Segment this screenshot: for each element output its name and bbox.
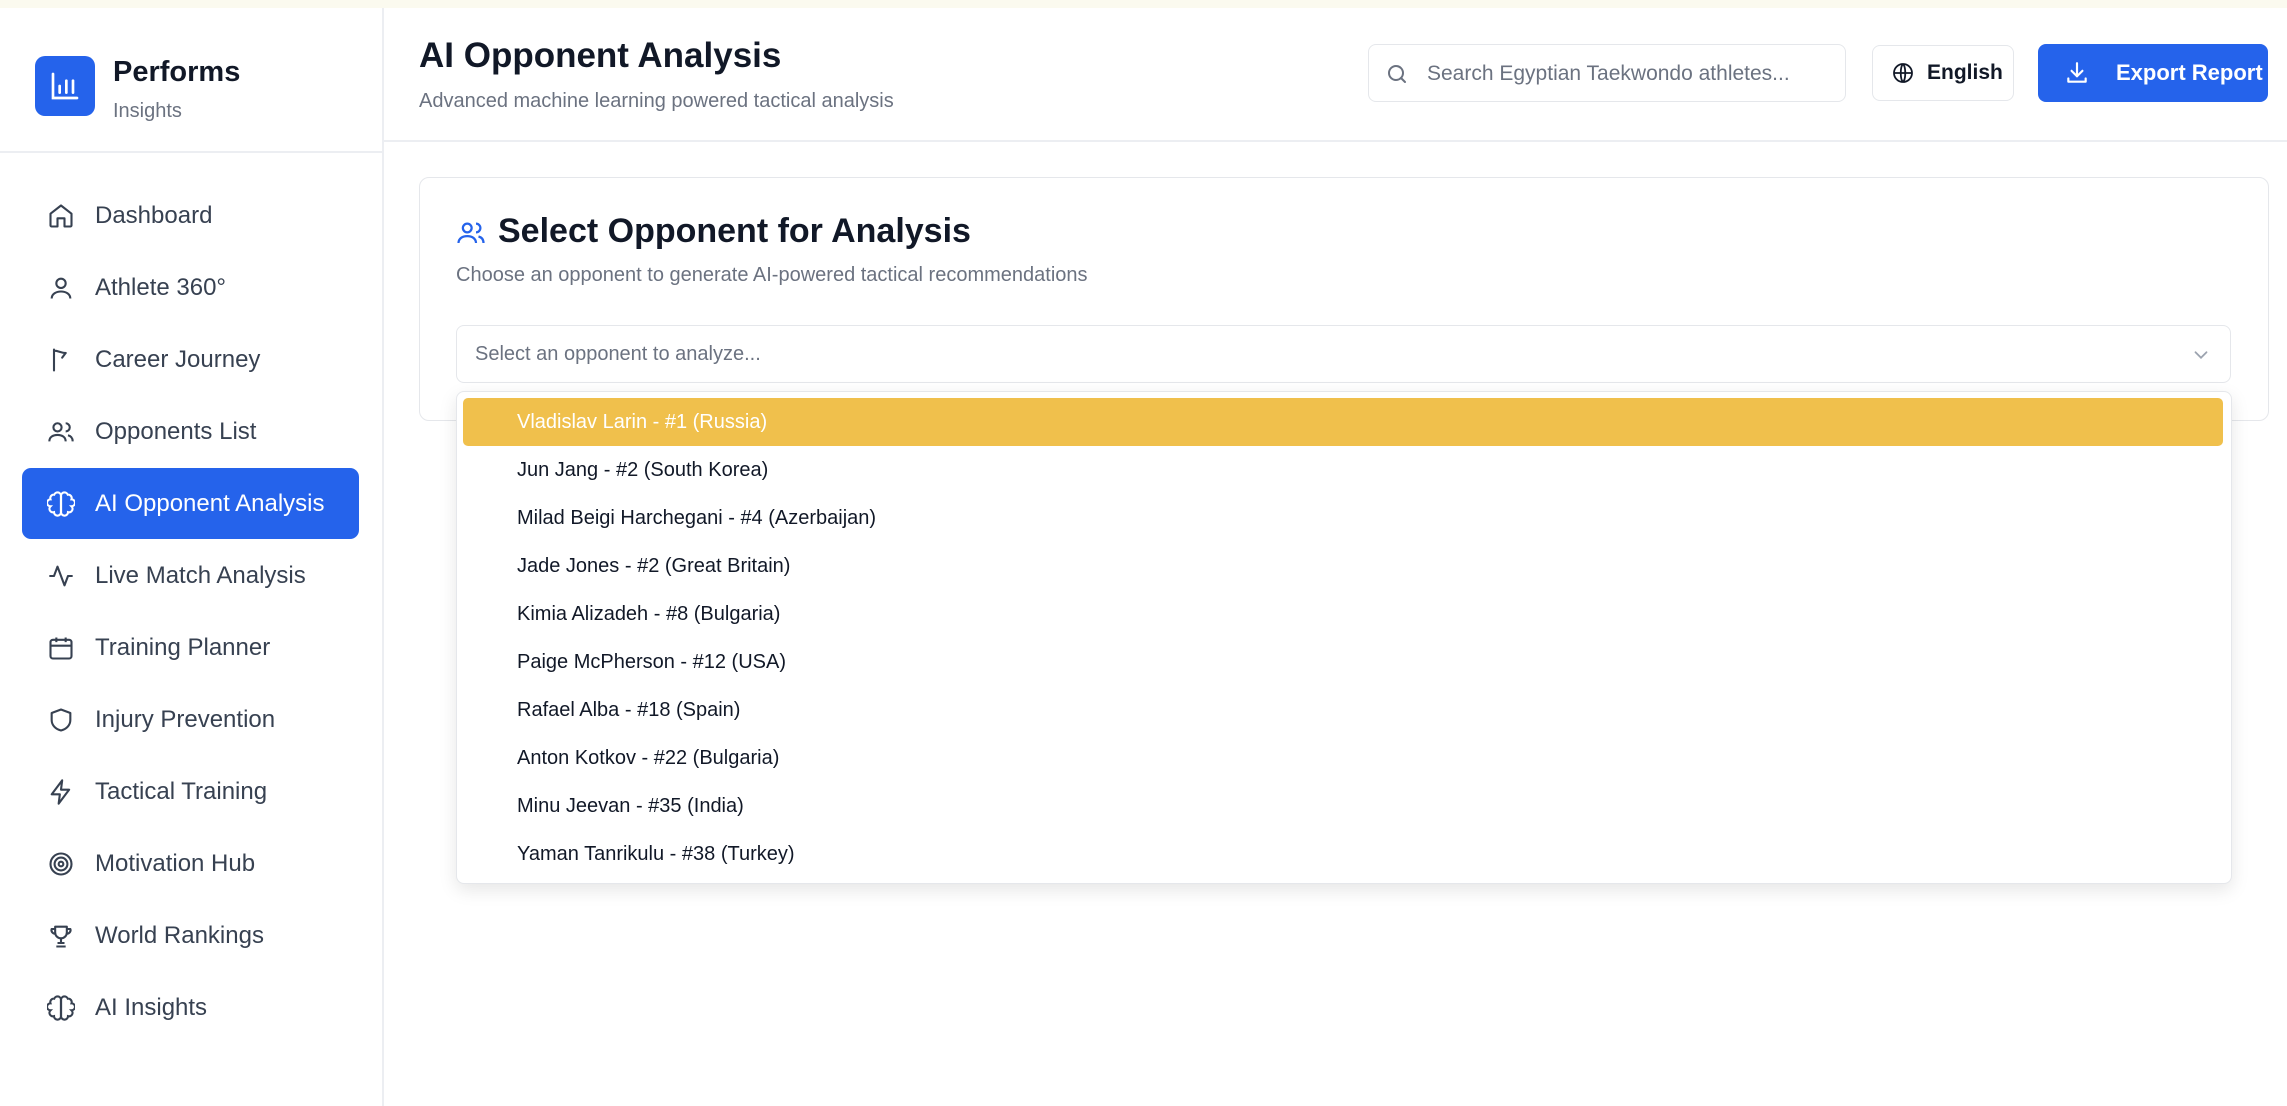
dropdown-option[interactable]: Minu Jeevan - #35 (India) xyxy=(463,782,2223,830)
sidebar-item-athlete-360[interactable]: Athlete 360° xyxy=(22,252,359,323)
option-label: Vladislav Larin - #1 (Russia) xyxy=(517,411,768,433)
page-subtitle: Advanced machine learning powered tactic… xyxy=(419,90,894,112)
export-report-button[interactable]: Export Report xyxy=(2038,44,2268,102)
option-label: Jun Jang - #2 (South Korea) xyxy=(517,459,769,481)
search-box[interactable] xyxy=(1368,44,1846,102)
sidebar: Performs Insights Dashboard Athlete 360°… xyxy=(0,8,384,1106)
user-icon xyxy=(46,273,76,303)
option-label: Yaman Tanrikulu - #38 (Turkey) xyxy=(517,843,795,865)
page-header: AI Opponent Analysis Advanced machine le… xyxy=(384,8,2287,142)
dropdown-option[interactable]: Anton Kotkov - #22 (Bulgaria) xyxy=(463,734,2223,782)
sidebar-item-label: Athlete 360° xyxy=(95,273,227,301)
trophy-icon xyxy=(46,921,76,951)
option-label: Milad Beigi Harchegani - #4 (Azerbaijan) xyxy=(517,507,877,529)
download-icon xyxy=(2064,60,2090,86)
search-input[interactable] xyxy=(1425,55,1829,93)
dropdown-option[interactable]: Rafael Alba - #18 (Spain) xyxy=(463,686,2223,734)
brand[interactable]: Performs Insights xyxy=(35,48,365,128)
users-icon xyxy=(456,218,486,248)
sidebar-item-tactical-training[interactable]: Tactical Training xyxy=(22,756,359,827)
sidebar-item-ai-opponent-analysis[interactable]: AI Opponent Analysis xyxy=(22,468,359,539)
users-icon xyxy=(46,417,76,447)
card-subtitle: Choose an opponent to generate AI-powere… xyxy=(456,264,1088,286)
home-icon xyxy=(46,201,76,231)
brain-icon xyxy=(46,489,76,519)
sidebar-divider xyxy=(0,151,382,153)
export-report-label: Export Report xyxy=(2116,60,2263,85)
select-opponent-card: Select Opponent for Analysis Choose an o… xyxy=(419,177,2269,421)
card-title: Select Opponent for Analysis xyxy=(498,212,971,250)
sidebar-item-label: World Rankings xyxy=(95,921,264,949)
language-button[interactable]: English xyxy=(1872,45,2014,101)
dropdown-option[interactable]: Milad Beigi Harchegani - #4 (Azerbaijan) xyxy=(463,494,2223,542)
option-label: Paige McPherson - #12 (USA) xyxy=(517,651,787,673)
sidebar-item-training-planner[interactable]: Training Planner xyxy=(22,612,359,683)
sidebar-item-motivation-hub[interactable]: Motivation Hub xyxy=(22,828,359,899)
brand-subtitle: Insights xyxy=(113,100,182,122)
activity-icon xyxy=(46,561,76,591)
sidebar-item-label: Career Journey xyxy=(95,345,261,373)
search-icon xyxy=(1385,62,1409,86)
dropdown-option[interactable]: Vladislav Larin - #1 (Russia) xyxy=(463,398,2223,446)
select-placeholder: Select an opponent to analyze... xyxy=(475,343,761,365)
sidebar-item-ai-insights[interactable]: AI Insights xyxy=(22,972,359,1043)
target-icon xyxy=(46,849,76,879)
sidebar-item-opponents-list[interactable]: Opponents List xyxy=(22,396,359,467)
sidebar-item-dashboard[interactable]: Dashboard xyxy=(22,180,359,251)
dropdown-option[interactable]: Yaman Tanrikulu - #38 (Turkey) xyxy=(463,830,2223,878)
sidebar-item-label: AI Insights xyxy=(95,993,208,1021)
brand-name: Performs xyxy=(113,56,241,88)
dropdown-option[interactable]: Paige McPherson - #12 (USA) xyxy=(463,638,2223,686)
option-label: Kimia Alizadeh - #8 (Bulgaria) xyxy=(517,603,781,625)
globe-icon xyxy=(1891,61,1915,85)
language-label: English xyxy=(1927,61,2003,84)
sidebar-item-label: Dashboard xyxy=(95,201,213,229)
calendar-icon xyxy=(46,633,76,663)
chevron-down-icon xyxy=(2190,344,2212,366)
sidebar-item-label: Injury Prevention xyxy=(95,705,276,733)
bar-chart-logo-icon xyxy=(35,56,95,116)
option-label: Anton Kotkov - #22 (Bulgaria) xyxy=(517,747,780,769)
sidebar-item-label: Motivation Hub xyxy=(95,849,256,877)
zap-icon xyxy=(46,777,76,807)
dropdown-option[interactable]: Kimia Alizadeh - #8 (Bulgaria) xyxy=(463,590,2223,638)
opponent-dropdown: Vladislav Larin - #1 (Russia) Jun Jang -… xyxy=(456,391,2232,884)
sidebar-item-label: Live Match Analysis xyxy=(95,561,306,589)
option-label: Minu Jeevan - #35 (India) xyxy=(517,795,744,817)
sidebar-item-label: Opponents List xyxy=(95,417,257,445)
dropdown-option[interactable]: Jun Jang - #2 (South Korea) xyxy=(463,446,2223,494)
sidebar-item-label: Training Planner xyxy=(95,633,271,661)
option-label: Rafael Alba - #18 (Spain) xyxy=(517,699,741,721)
brain-icon xyxy=(46,993,76,1023)
sidebar-item-label: AI Opponent Analysis xyxy=(95,489,325,517)
opponent-select[interactable]: Select an opponent to analyze... xyxy=(456,325,2231,383)
option-label: Jade Jones - #2 (Great Britain) xyxy=(517,555,791,577)
sidebar-item-label: Tactical Training xyxy=(95,777,268,805)
sidebar-nav: Dashboard Athlete 360° Career Journey Op… xyxy=(22,180,359,1044)
sidebar-item-live-match-analysis[interactable]: Live Match Analysis xyxy=(22,540,359,611)
sidebar-item-world-rankings[interactable]: World Rankings xyxy=(22,900,359,971)
shield-icon xyxy=(46,705,76,735)
flag-icon xyxy=(46,345,76,375)
dropdown-option[interactable]: Jade Jones - #2 (Great Britain) xyxy=(463,542,2223,590)
sidebar-item-career-journey[interactable]: Career Journey xyxy=(22,324,359,395)
sidebar-item-injury-prevention[interactable]: Injury Prevention xyxy=(22,684,359,755)
page-title: AI Opponent Analysis xyxy=(419,36,782,75)
